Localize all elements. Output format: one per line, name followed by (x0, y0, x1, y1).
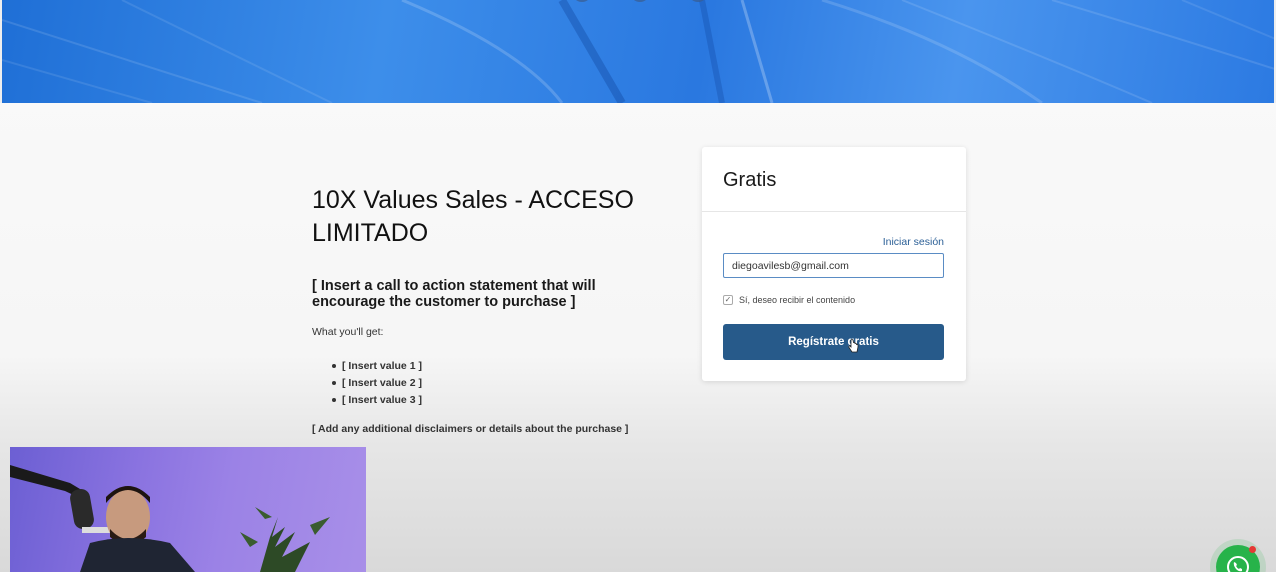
webcam-overlay (10, 447, 366, 572)
carousel-dot[interactable] (572, 0, 592, 2)
whatsapp-icon (1227, 556, 1249, 572)
product-title: 10X Values Sales - ACCESO LIMITADO (312, 186, 634, 247)
card-title: Gratis (723, 169, 777, 191)
bullet-icon (332, 397, 336, 402)
value-label: [ Insert value 3 ] (342, 393, 422, 406)
disclaimer-text: [ Add any additional disclaimers or deta… (312, 423, 629, 435)
value-list: [ Insert value 1 ] [ Insert value 2 ] [ … (332, 357, 422, 408)
signup-card-header: Gratis (702, 147, 966, 212)
list-item: [ Insert value 1 ] (332, 357, 422, 374)
hero-building-graphic (2, 0, 1274, 103)
consent-label: Sí, deseo recibir el contenido (739, 295, 856, 305)
value-label: [ Insert value 2 ] (342, 376, 422, 389)
consent-checkbox[interactable]: ✓ (723, 295, 733, 305)
consent-checkbox-row[interactable]: ✓ Sí, deseo recibir el contenido (723, 295, 855, 305)
presenter-video-graphic (10, 465, 330, 572)
register-free-button[interactable]: Regístrate gratis (723, 324, 944, 360)
carousel-dot[interactable] (688, 0, 708, 2)
notification-badge (1249, 546, 1256, 553)
what-you-get-label: What you'll get: (312, 326, 384, 338)
list-item: [ Insert value 3 ] (332, 391, 422, 408)
email-field[interactable] (723, 253, 944, 278)
signup-card: Gratis Iniciar sesión ✓ Sí, deseo recibi… (702, 147, 966, 381)
login-link[interactable]: Iniciar sesión (883, 236, 944, 248)
check-icon: ✓ (724, 295, 732, 304)
call-to-action-text: [ Insert a call to action statement that… (312, 278, 596, 310)
list-item: [ Insert value 2 ] (332, 374, 422, 391)
hero-banner (0, 0, 1276, 103)
bullet-icon (332, 363, 336, 368)
hand-pointer-icon (848, 339, 859, 353)
bullet-icon (332, 380, 336, 385)
value-label: [ Insert value 1 ] (342, 359, 422, 372)
carousel-dot[interactable] (630, 0, 650, 2)
hero-carousel-dots (572, 0, 708, 2)
